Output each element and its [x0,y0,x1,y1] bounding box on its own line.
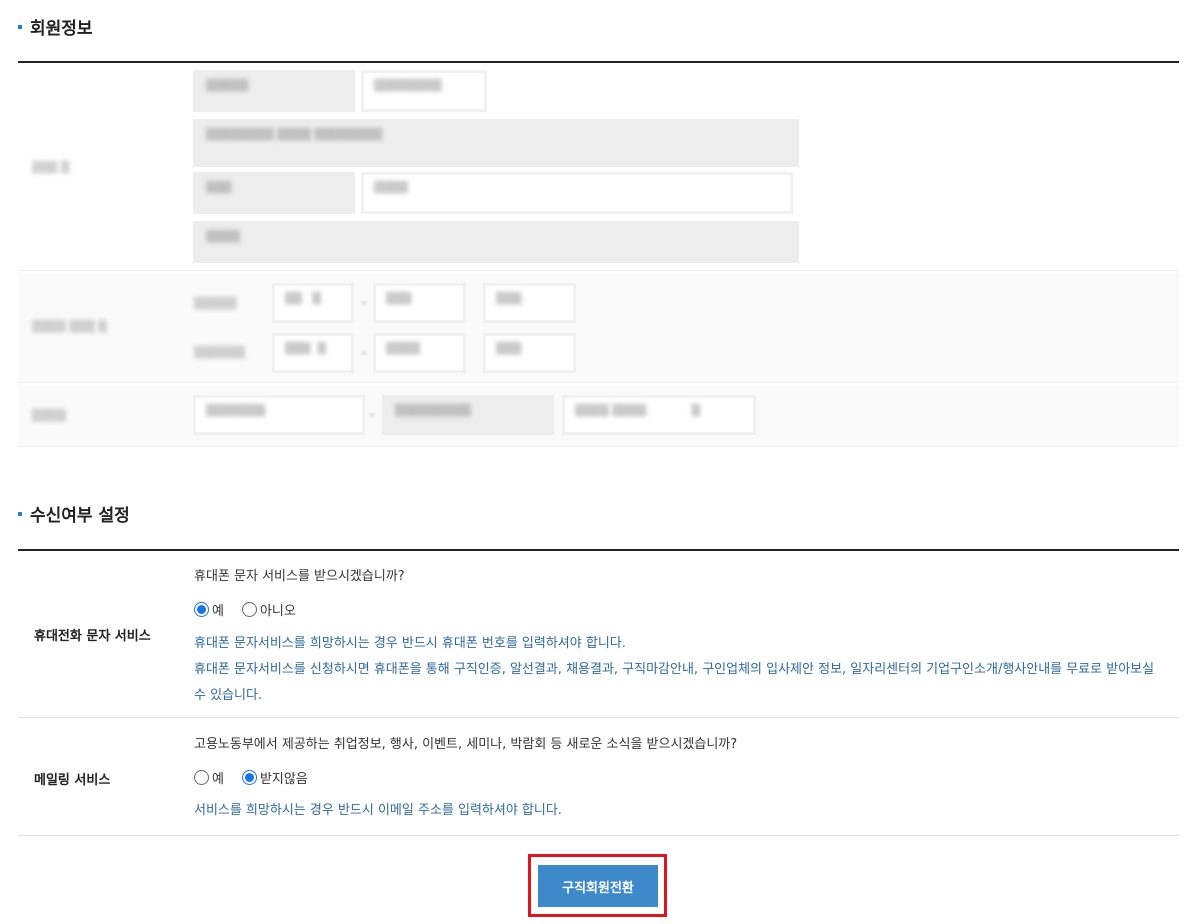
address-detail-prefix: ▒▒▒ [193,172,355,214]
receive-settings-title: 수신여부 설정 [18,501,130,526]
address-detail-field[interactable]: ▒▒▒▒ [361,172,793,214]
address-extra-field[interactable]: ▒▒▒▒ [193,221,799,263]
address-line1-field[interactable]: ▒▒▒▒▒▒▒▒ ▒▒▒▒ ▒▒▒▒▒▒▒▒ [193,119,799,167]
email-at [370,413,374,417]
mobile-last-field[interactable]: ▒▒▒ [483,333,576,373]
mailing-service-note: 서비스를 희망하시는 경우 반드시 이메일 주소를 입력하셔야 합니다. [194,803,562,818]
mailing-service-question: 고용노동부에서 제공하는 취업정보, 행사, 이벤트, 세미나, 박람회 등 새… [194,737,738,752]
convert-to-jobseeker-button[interactable]: 구직회원전환 [538,865,658,907]
email-label: ▒▒▒▒ [32,409,66,422]
sms-yes-radio[interactable]: 예 [194,600,224,619]
postcode-search-button[interactable]: ▒▒▒▒▒▒▒▒ [361,70,487,112]
phone-last-field[interactable]: ▒▒▒ [483,283,576,323]
member-info-title-text: 회원정보 [30,19,93,39]
receive-settings-title-text: 수신여부 설정 [30,506,130,526]
mailing-service-row: 메일링 서비스 고용노동부에서 제공하는 취업정보, 행사, 이벤트, 세미나,… [18,718,1179,836]
sms-service-question: 휴대폰 문자 서비스를 받으시겠습니까? [194,569,405,584]
email-id-field[interactable]: ▒▒▒▒▒▒▒ [193,395,365,435]
mailing-radio-group: 예 받지않음 [194,768,326,787]
phone-sublabel: ▒▒▒▒▒ [194,297,237,310]
mobile-sublabel: ▒▒▒▒▒▒ [194,346,245,359]
mailing-service-label: 메일링 서비스 [34,773,111,788]
phone-mid-field[interactable]: ▒▒▒ [373,283,466,323]
email-domain-field[interactable]: ▒▒▒▒▒▒▒▒▒ [382,395,554,435]
sms-yes-label: 예 [212,604,224,619]
separator [362,351,366,355]
sms-service-note: 휴대폰 문자서비스를 희망하시는 경우 반드시 휴대폰 번호를 입력하셔야 합니… [194,631,1169,709]
sms-service-label: 휴대전화 문자 서비스 [34,629,151,644]
mailing-no-label: 받지않음 [259,772,308,787]
sms-no-radio[interactable]: 아니오 [241,600,296,619]
contact-row [18,273,1179,383]
mobile-mid-field[interactable]: ▒▒▒▒ [373,333,466,373]
phone-prefix-select[interactable]: ▒▒ ▒ [272,283,354,323]
postcode-field[interactable]: ▒▒▒▒▒ [193,70,355,112]
mailing-no-radio[interactable]: 받지않음 [241,768,308,787]
radio-checked-icon[interactable] [241,770,257,785]
radio-checked-icon[interactable] [194,602,209,617]
contact-label: ▒▒▒▒ ▒▒▒ ▒ [32,320,107,333]
title-bullet [18,511,22,516]
mailing-yes-radio[interactable]: 예 [194,768,224,787]
title-bullet [18,24,22,29]
sms-note-line1: 휴대폰 문자서비스를 희망하시는 경우 반드시 휴대폰 번호를 입력하셔야 합니… [194,636,626,651]
email-domain-select[interactable]: ▒▒▒▒ ▒▒▒▒ ▒ [562,395,756,435]
member-info-form-blurred: ▒▒▒ ▒ ▒▒▒▒▒ ▒▒▒▒▒▒▒▒ ▒▒▒▒▒▒▒▒ ▒▒▒▒ ▒▒▒▒▒… [18,63,1179,448]
sms-radio-group: 예 아니오 [194,600,314,619]
radio-unchecked-icon[interactable] [241,602,257,617]
radio-unchecked-icon[interactable] [194,770,209,785]
sms-no-label: 아니오 [259,604,296,619]
member-info-title: 회원정보 [18,14,93,39]
mailing-yes-label: 예 [212,772,224,787]
mobile-prefix-select[interactable]: ▒▒▒ ▒ [272,333,354,373]
sms-note-line2: 휴대폰 문자서비스를 신청하시면 휴대폰을 통해 구직인증, 알선결과, 채용결… [194,662,1155,703]
sms-service-row: 휴대전화 문자 서비스 휴대폰 문자 서비스를 받으시겠습니까? 예 아니오 휴… [18,551,1179,718]
separator [362,301,366,305]
address-label: ▒▒▒ ▒ [32,161,70,174]
